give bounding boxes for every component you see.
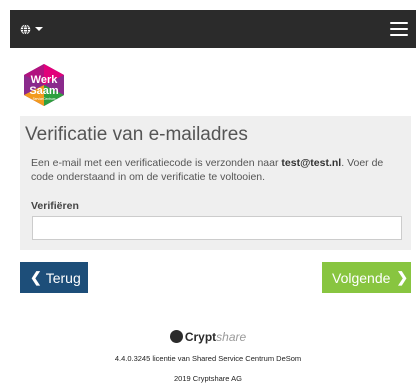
instruction-text: Een e-mail met een verificatiecode is ve… <box>31 156 403 184</box>
instruction-text-before: Een e-mail met een verificatiecode is ve… <box>31 157 282 169</box>
next-button-label: Volgende <box>332 269 391 286</box>
brand-bold: Crypt <box>184 330 217 344</box>
verification-code-label: Verifiëren <box>31 200 79 212</box>
chevron-down-icon <box>35 27 43 31</box>
verification-code-input[interactable] <box>32 216 402 240</box>
globe-icon <box>20 23 31 35</box>
logo-text-line2: Saam <box>29 85 59 97</box>
back-button-label: Terug <box>45 269 81 286</box>
brand-italic: share <box>216 330 247 344</box>
werksaam-logo: Werk Saam ServiceCentrum <box>24 64 64 106</box>
page-title: Verificatie van e-mailadres <box>25 124 248 145</box>
license-text: 4.4.0.3245 licentie van Shared Service C… <box>114 354 302 363</box>
cryptshare-mark-icon <box>169 330 183 343</box>
next-button[interactable]: Volgende ❯ <box>322 262 411 293</box>
verification-panel: Verificatie van e-mailadres Een e-mail m… <box>20 116 411 250</box>
cryptshare-logo: Cryptshare <box>0 330 416 344</box>
top-navbar <box>10 10 416 48</box>
logo-tagline: ServiceCentrum <box>33 97 56 101</box>
chevron-right-icon: ❯ <box>396 269 409 285</box>
copyright-text: 2019 Cryptshare AG <box>174 374 242 383</box>
back-button[interactable]: ❮ Terug <box>20 262 88 293</box>
chevron-left-icon: ❮ <box>30 269 42 285</box>
top-margin <box>0 0 416 10</box>
email-address: test@test.nl <box>281 157 342 169</box>
language-selector[interactable] <box>20 19 43 39</box>
hamburger-menu-icon[interactable] <box>390 21 408 37</box>
